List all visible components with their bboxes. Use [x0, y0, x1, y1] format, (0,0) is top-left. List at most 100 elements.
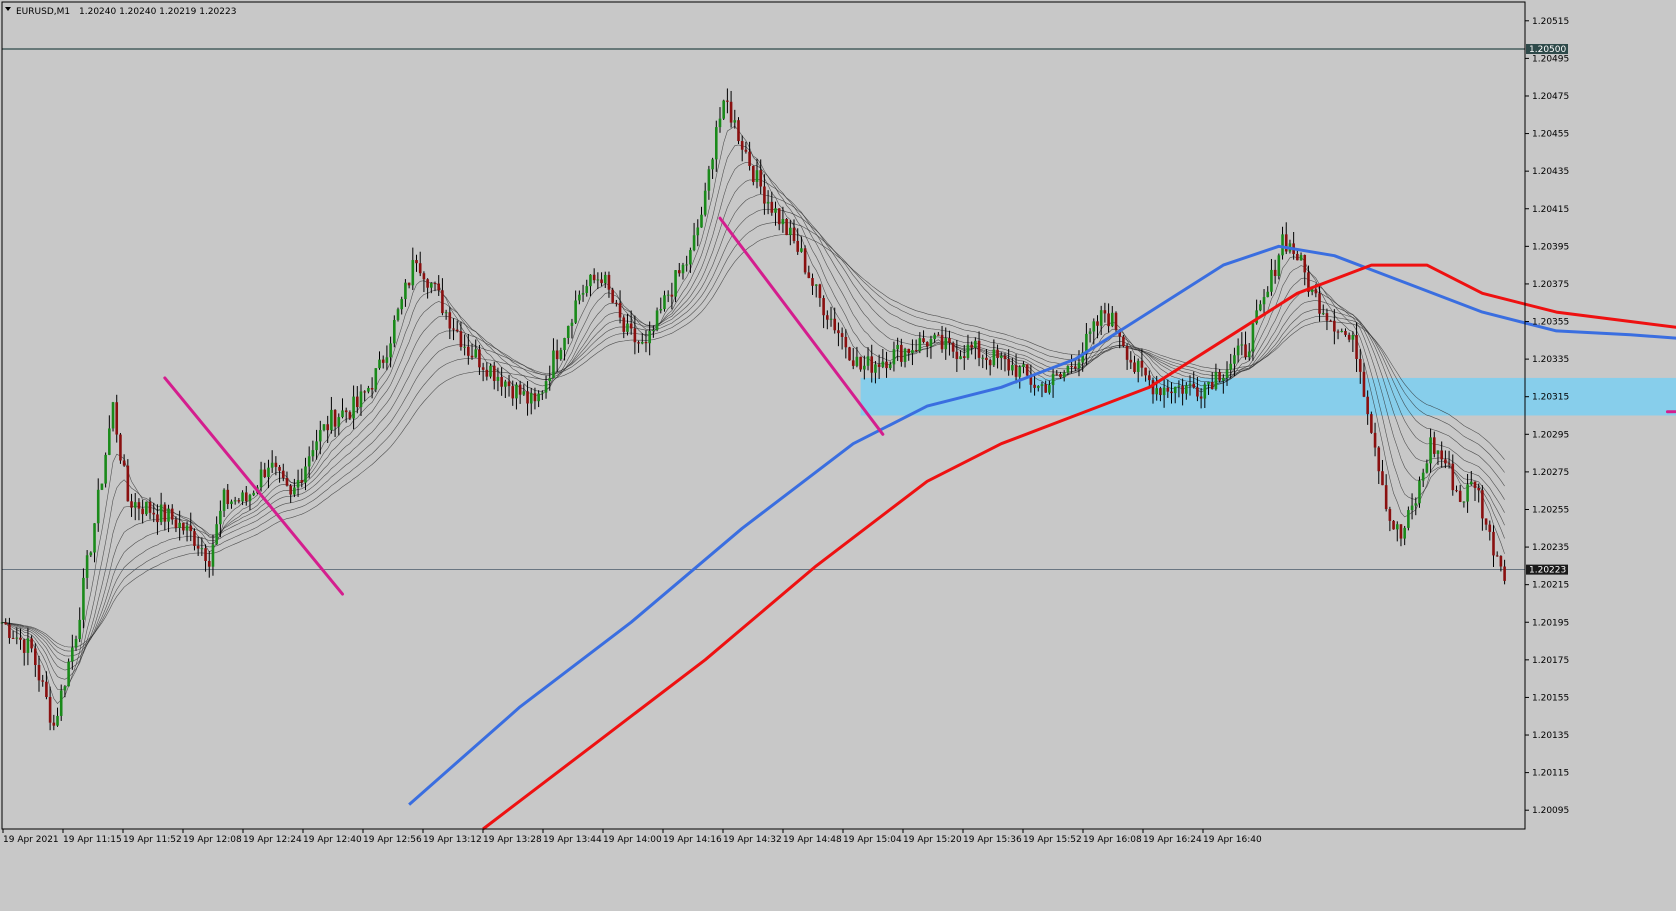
candle-body	[1395, 524, 1399, 530]
candle-body	[977, 340, 981, 358]
candle-body	[1240, 344, 1244, 346]
candle-body	[755, 170, 759, 182]
candle-body	[1103, 310, 1107, 314]
candle-body	[700, 214, 703, 228]
price-chart[interactable]: 1.20515 1.20495 1.20475 1.20455 1.20435 1.204…	[0, 0, 1676, 907]
candle-body	[34, 648, 37, 665]
candle-body	[777, 208, 781, 225]
x-tick-label: 19 Apr 11:52	[123, 835, 182, 845]
candle-body	[888, 364, 892, 369]
candle-body	[56, 715, 59, 726]
candle-body	[863, 365, 866, 370]
candle-body	[341, 410, 344, 418]
candle-body	[474, 349, 478, 358]
candle-body	[296, 480, 300, 488]
candle-body	[108, 428, 111, 455]
candle-body	[359, 391, 363, 408]
candle-body	[648, 330, 651, 344]
candle-body	[1077, 362, 1081, 369]
candle-body	[929, 338, 933, 347]
candle-body	[1229, 363, 1233, 370]
candle-body	[1299, 255, 1303, 261]
candle-body	[1469, 481, 1473, 485]
candle-body	[115, 402, 119, 435]
candle-body	[182, 522, 185, 531]
candle-body	[400, 299, 404, 310]
y-tick-label: 1.20435	[1532, 167, 1569, 177]
candle-body	[1011, 365, 1014, 371]
candle-body	[1370, 414, 1373, 433]
candle-body	[1214, 372, 1218, 390]
candle-body	[677, 270, 681, 274]
candle-body	[19, 637, 22, 640]
candle-body	[1432, 437, 1436, 454]
candle-body	[740, 141, 744, 150]
y-tick-label: 1.20175	[1532, 656, 1569, 666]
candle-body	[1062, 372, 1066, 378]
candle-body	[478, 349, 481, 368]
candle-body	[111, 402, 115, 429]
candle-body	[811, 278, 814, 286]
candle-body	[355, 396, 359, 408]
candle-body	[626, 323, 629, 332]
candle-body	[500, 376, 503, 387]
candle-body	[933, 334, 936, 339]
candle-body	[1314, 289, 1318, 294]
y-tick-label: 1.20135	[1532, 731, 1569, 741]
candle-body	[962, 356, 966, 358]
candle-body	[988, 360, 992, 366]
candle-body	[1366, 396, 1369, 415]
candle-body	[311, 450, 315, 457]
candle-body	[1499, 555, 1503, 567]
ohlc-readout: 1.20240 1.20240 1.20219 1.20223	[79, 7, 236, 17]
candle-body	[1440, 450, 1443, 460]
candle-body	[1222, 377, 1225, 381]
y-tick-label: 1.20155	[1532, 693, 1569, 703]
candle-body	[259, 469, 263, 488]
candle-body	[603, 274, 607, 284]
candle-body	[559, 350, 563, 360]
y-tick-label: 1.20495	[1532, 54, 1569, 64]
candle-body	[1358, 358, 1362, 372]
candle-body	[737, 120, 740, 142]
candle-body	[93, 523, 96, 553]
candle-body	[233, 500, 237, 502]
candle-body	[174, 519, 178, 528]
x-tick-label: 19 Apr 16:40	[1203, 835, 1262, 845]
candle-body	[1236, 345, 1240, 356]
candle-body	[426, 279, 429, 288]
candle-body	[770, 201, 774, 213]
candle-body	[207, 561, 211, 567]
candle-body	[163, 504, 167, 522]
y-tick-label: 1.20295	[1532, 430, 1569, 440]
candle-body	[418, 263, 422, 274]
candle-body	[1125, 346, 1129, 360]
candle-body	[851, 360, 855, 366]
candle-body	[859, 356, 862, 370]
candle-body	[844, 336, 848, 348]
candle-body	[1340, 330, 1344, 332]
chart-window[interactable]: 1.20515 1.20495 1.20475 1.20455 1.20435 1.204…	[0, 0, 1676, 907]
y-tick-label: 1.20315	[1532, 393, 1569, 403]
candle-body	[533, 393, 537, 402]
candle-body	[848, 347, 851, 361]
candle-body	[1233, 355, 1236, 364]
candle-body	[304, 466, 307, 483]
candle-body	[589, 274, 592, 287]
candle-body	[555, 350, 559, 360]
candle-body	[1025, 364, 1029, 376]
candle-body	[1347, 334, 1351, 340]
candle-body	[1321, 313, 1325, 315]
candle-body	[707, 169, 711, 191]
candle-body	[1429, 437, 1432, 464]
candle-body	[100, 483, 104, 490]
y-tick-label: 1.20275	[1532, 468, 1569, 478]
candle-body	[1481, 490, 1484, 519]
candle-body	[337, 417, 341, 427]
candle-body	[663, 295, 666, 310]
candle-body	[1455, 490, 1458, 492]
candle-body	[529, 393, 533, 404]
candle-body	[840, 333, 844, 337]
candle-body	[652, 329, 655, 331]
candle-body	[1018, 366, 1022, 377]
